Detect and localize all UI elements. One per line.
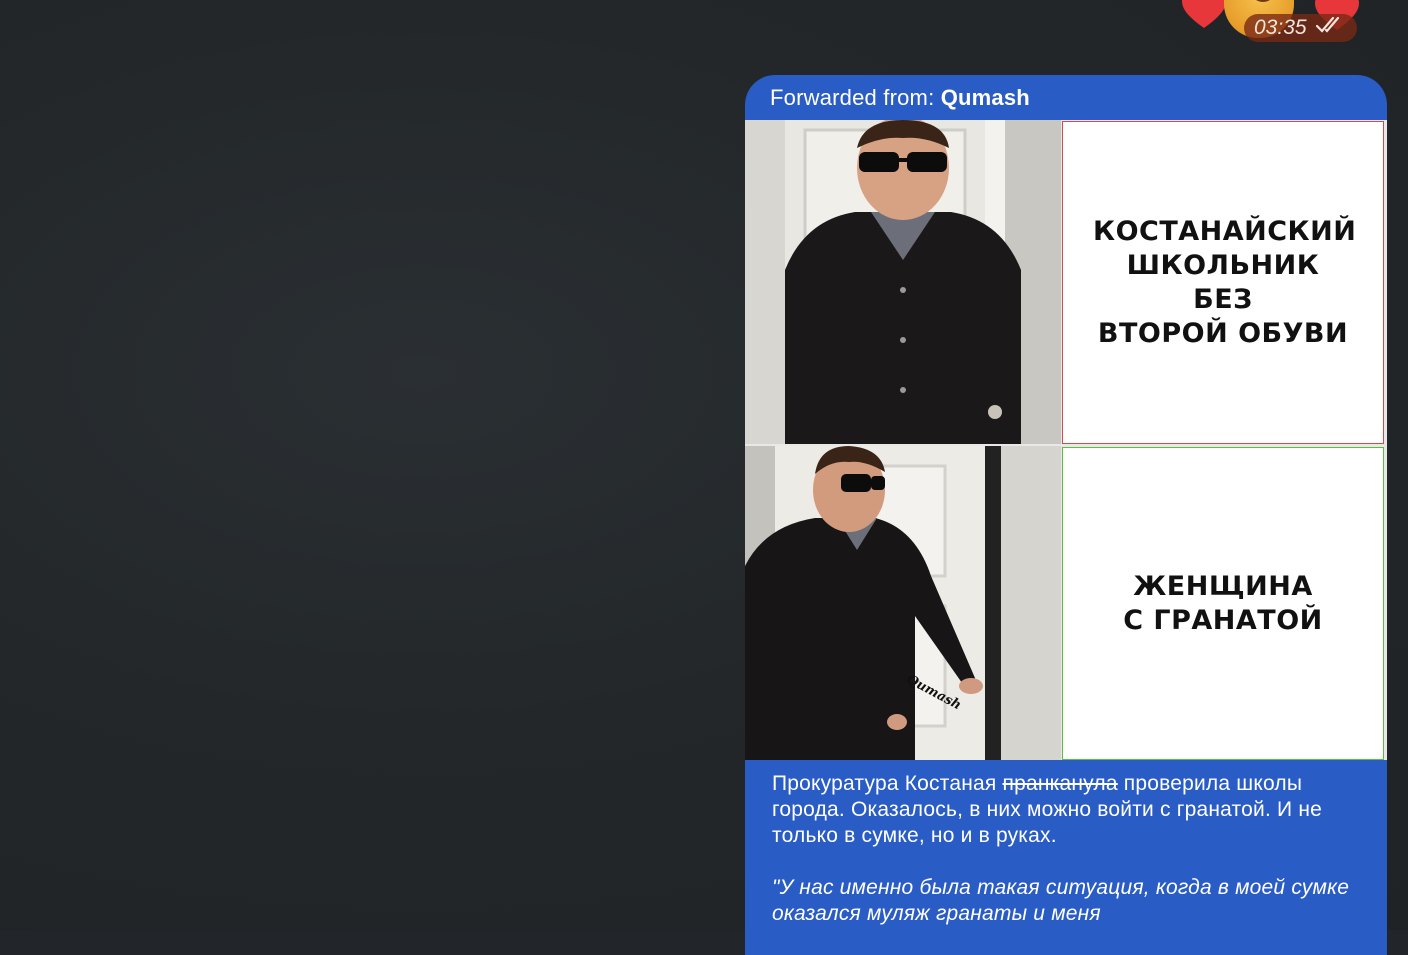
meme-caption-bottom: ЖЕНЩИНА С ГРАНАТОЙ bbox=[1062, 447, 1384, 760]
red-heart-icon[interactable] bbox=[1182, 0, 1226, 30]
previous-message-fragment[interactable]: 03:35 bbox=[1176, 0, 1376, 48]
forwarded-header: Forwarded from: Qumash bbox=[770, 85, 1030, 111]
forwarded-label: Forwarded from: bbox=[770, 85, 935, 110]
meme-caption-top: КОСТАНАЙСКИЙ ШКОЛЬНИК БЕЗ ВТОРОЙ ОБУВИ bbox=[1062, 121, 1384, 444]
forwarded-source-link[interactable]: Qumash bbox=[941, 85, 1030, 110]
message-text: Прокуратура Костаная пранканула проверил… bbox=[772, 771, 1352, 927]
double-check-icon bbox=[1315, 14, 1345, 42]
meme-bottom-line: ЖЕНЩИНА bbox=[1133, 570, 1313, 602]
meme-image[interactable]: КОСТАНАЙСКИЙ ШКОЛЬНИК БЕЗ ВТОРОЙ ОБУВИ Q… bbox=[745, 120, 1387, 760]
meme-bottom-line: С ГРАНАТОЙ bbox=[1123, 604, 1323, 636]
message-quote: "У нас именно была такая ситуация, когда… bbox=[772, 876, 1350, 925]
meme-photo-top bbox=[745, 120, 1061, 444]
message-time: 03:35 bbox=[1254, 16, 1307, 39]
meme-top-line: ВТОРОЙ ОБУВИ bbox=[1097, 317, 1349, 349]
message-paragraph: Прокуратура Костаная пранканула проверил… bbox=[772, 771, 1352, 849]
caption-part: Прокуратура Костаная bbox=[772, 772, 1003, 795]
caption-strikethrough: пранканула bbox=[1002, 772, 1118, 795]
forwarded-message-bubble[interactable]: Forwarded from: Qumash КОСТАНАЙСКИЙ ШКОЛ… bbox=[745, 75, 1387, 955]
meme-photo-bottom: Qumash bbox=[745, 446, 1061, 760]
meme-top-line: ШКОЛЬНИК БЕЗ bbox=[1126, 249, 1320, 315]
meme-top-line: КОСТАНАЙСКИЙ bbox=[1093, 215, 1357, 247]
message-time-badge: 03:35 bbox=[1244, 14, 1357, 42]
